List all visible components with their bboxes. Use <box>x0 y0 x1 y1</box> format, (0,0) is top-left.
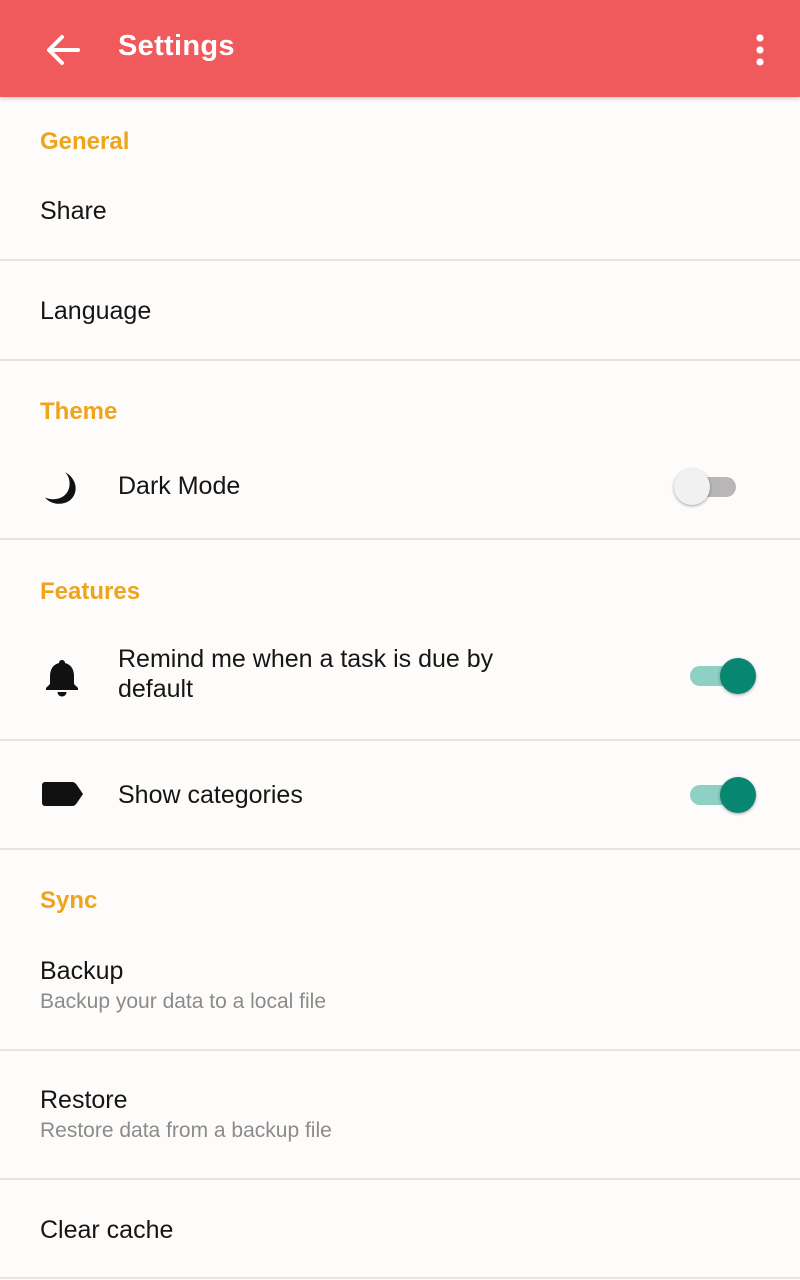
restore-subtitle: Restore data from a backup file <box>40 1119 332 1142</box>
share-item[interactable]: Share <box>0 172 800 259</box>
backup-item[interactable]: Backup Backup your data to a local file <box>0 932 800 1049</box>
divider <box>0 359 800 361</box>
show-categories-switch[interactable] <box>686 774 756 814</box>
section-title-features: Features <box>40 578 141 605</box>
divider <box>0 1277 800 1279</box>
language-item[interactable]: Language <box>0 261 800 359</box>
share-label: Share <box>40 197 107 225</box>
remind-item[interactable]: Remind me when a task is due by default <box>0 622 800 739</box>
show-categories-item[interactable]: Show categories <box>0 741 800 848</box>
backup-subtitle: Backup your data to a local file <box>40 990 327 1013</box>
section-title-sync: Sync <box>40 887 98 914</box>
switch-thumb <box>674 469 710 505</box>
remind-label-line1: Remind me when a task is due by <box>118 645 494 673</box>
switch-thumb <box>720 777 756 813</box>
arrow-left-icon[interactable] <box>44 32 82 68</box>
more-vert-icon[interactable] <box>748 33 772 67</box>
app-bar: Settings <box>0 0 800 97</box>
restore-label: Restore <box>40 1086 128 1114</box>
restore-item[interactable]: Restore Restore data from a backup file <box>0 1051 800 1178</box>
settings-list: General Share Language Theme Dark Mode F… <box>0 97 800 1280</box>
switch-thumb <box>720 658 756 694</box>
show-categories-label: Show categories <box>118 781 303 809</box>
moon-icon <box>45 472 76 504</box>
clear-cache-label: Clear cache <box>40 1216 174 1244</box>
section-title-theme: Theme <box>40 398 118 425</box>
language-label: Language <box>40 297 152 325</box>
divider <box>0 538 800 540</box>
remind-switch[interactable] <box>686 655 756 695</box>
clear-cache-item[interactable]: Clear cache <box>0 1180 800 1278</box>
dark-mode-item[interactable]: Dark Mode <box>0 442 800 538</box>
backup-label: Backup <box>40 957 124 985</box>
divider <box>0 848 800 850</box>
section-title-general: General <box>40 128 130 155</box>
bell-icon <box>46 660 78 697</box>
remind-label-line2: default <box>118 675 194 703</box>
label-icon <box>42 782 83 806</box>
dark-mode-label: Dark Mode <box>118 472 241 500</box>
dark-mode-switch[interactable] <box>674 466 744 506</box>
page-title: Settings <box>118 30 235 62</box>
